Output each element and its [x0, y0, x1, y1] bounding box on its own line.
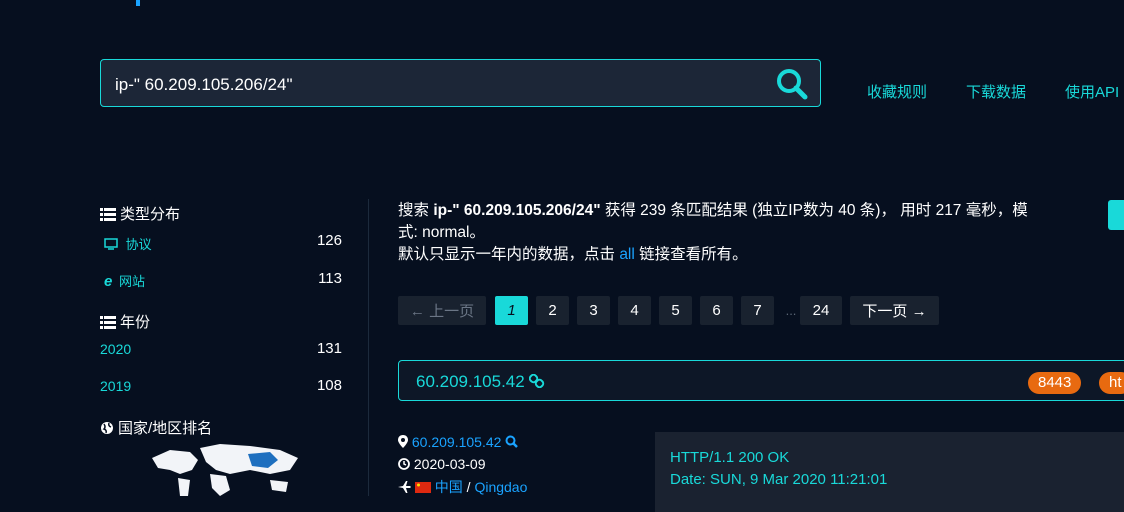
list-icon: [100, 316, 116, 333]
summary-note: 默认只显示一年内的数据，点击: [398, 246, 620, 263]
response-panel: HTTP/1.1 200 OK Date: SUN, 9 Mar 2020 11…: [655, 432, 1124, 512]
search-icon[interactable]: [505, 434, 519, 450]
search-input[interactable]: ip-" 60.209.105.206/24": [115, 75, 293, 95]
search-box[interactable]: ip-" 60.209.105.206/24": [100, 59, 821, 107]
protocol-count: 126: [316, 232, 342, 249]
website-count: 113: [318, 270, 342, 287]
side-toggle-tab[interactable]: [1108, 200, 1124, 230]
meta-ip-row: 60.209.105.42: [398, 434, 519, 450]
port-badge-8443[interactable]: 8443: [1028, 372, 1082, 394]
protocol-badge[interactable]: ht: [1099, 372, 1124, 394]
country-ranking-heading: 国家/地区排名: [100, 417, 212, 439]
search-summary: 搜索 ip-" 60.209.105.206/24" 获得 239 条匹配结果 …: [398, 200, 1038, 266]
plane-icon: [398, 479, 411, 495]
download-data-link[interactable]: 下载数据: [966, 81, 1026, 102]
meta-location-row: 中国 / Qingdao: [398, 477, 527, 497]
summary-note-end: 链接查看所有。: [634, 246, 748, 263]
page-6-button[interactable]: 6: [700, 296, 733, 325]
response-date-line: Date: SUN, 9 Mar 2020 11:21:01: [670, 471, 888, 488]
pagination-ellipsis: ...: [785, 303, 797, 318]
ie-icon: e: [104, 273, 113, 290]
meta-date-row: 2020-03-09: [398, 456, 486, 472]
meta-date: 2020-03-09: [413, 456, 486, 472]
world-map: [150, 440, 300, 496]
search-icon[interactable]: [774, 66, 810, 102]
sidebar-item-2020[interactable]: 2020: [100, 341, 131, 357]
save-rule-link[interactable]: 收藏规则: [867, 81, 927, 102]
page-2-button[interactable]: 2: [536, 296, 569, 325]
column-divider: [368, 199, 369, 496]
country-heading-label: 国家/地区排名: [118, 420, 213, 437]
summary-prefix: 搜索: [398, 202, 434, 219]
list-icon: [100, 208, 116, 225]
prev-page-button[interactable]: ← 上一页: [398, 296, 486, 325]
globe-icon: [100, 421, 114, 439]
country-link[interactable]: 中国: [435, 479, 463, 495]
year-heading: 年份: [100, 311, 150, 333]
clock-icon: [398, 456, 410, 472]
year-2020-count: 131: [316, 340, 342, 357]
link-icon: [529, 372, 545, 391]
summary-query: ip-" 60.209.105.206/24": [433, 202, 601, 219]
china-flag-icon: [414, 479, 431, 495]
meta-ip-link[interactable]: 60.209.105.42: [412, 434, 502, 450]
result-ip: 60.209.105.42: [416, 372, 525, 391]
sidebar-item-label: 网站: [118, 274, 145, 289]
type-heading-label: 类型分布: [120, 206, 181, 223]
page-4-button[interactable]: 4: [618, 296, 651, 325]
sidebar-item-protocol[interactable]: 协议: [104, 234, 152, 253]
sidebar-item-label: 协议: [125, 237, 152, 252]
result-header: 60.209.105.42 8443 ht: [398, 360, 1124, 401]
year-2019-count: 108: [316, 377, 342, 394]
sidebar-item-2019[interactable]: 2019: [100, 378, 131, 394]
result-ip-link[interactable]: 60.209.105.42: [416, 372, 545, 392]
page-1-button[interactable]: 1: [495, 296, 528, 325]
monitor-icon: [104, 237, 122, 252]
type-distribution-heading: 类型分布: [100, 203, 180, 225]
page-5-button[interactable]: 5: [659, 296, 692, 325]
map-marker-icon: [398, 434, 408, 450]
logo-fragment: [136, 0, 140, 6]
next-page-button[interactable]: 下一页 →: [850, 296, 939, 325]
city-link[interactable]: Qingdao: [474, 479, 527, 495]
use-api-link[interactable]: 使用API: [1065, 81, 1119, 102]
page-7-button[interactable]: 7: [741, 296, 774, 325]
page-3-button[interactable]: 3: [577, 296, 610, 325]
page-24-button[interactable]: 24: [800, 296, 842, 325]
response-status-line: HTTP/1.1 200 OK: [670, 449, 790, 466]
year-heading-label: 年份: [120, 314, 151, 331]
all-link[interactable]: all: [619, 246, 635, 263]
sidebar-item-website[interactable]: e 网站: [104, 271, 145, 290]
